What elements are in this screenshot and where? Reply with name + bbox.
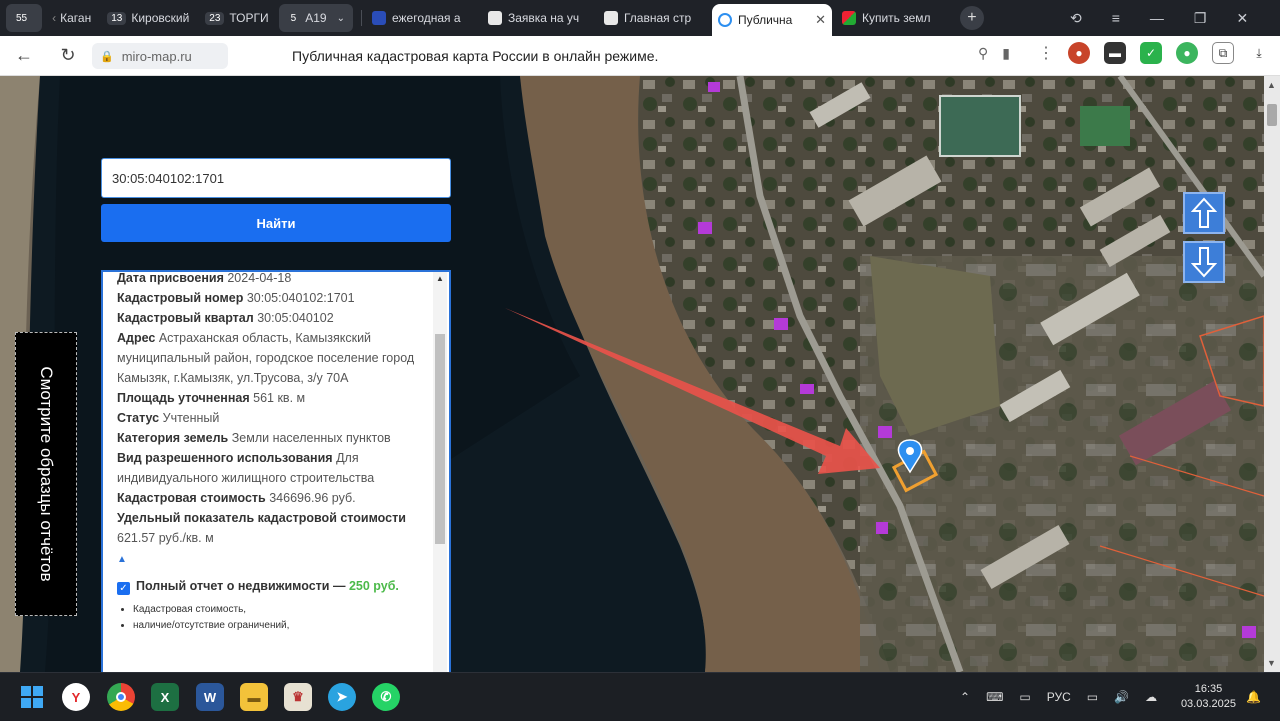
tab-group-kagan[interactable]: ‹ Каган [46, 4, 97, 32]
site-favicon-icon [371, 11, 386, 25]
info-area: Площадь уточненная 561 кв. м [117, 391, 306, 405]
report-option[interactable]: ✓ Полный отчет о недвижимости — 250 руб. [117, 576, 419, 596]
info-specific: Удельный показатель кадастровой стоимост… [117, 511, 406, 545]
tab-group-55[interactable]: 55 [6, 4, 43, 32]
chevron-left-icon: ‹ [52, 11, 57, 25]
volume-icon[interactable]: 🔊 [1114, 690, 1129, 704]
app-icon[interactable]: ♛ [284, 683, 312, 711]
back-button[interactable]: ← [8, 40, 40, 72]
site-favicon-icon [841, 11, 856, 25]
minimize-button[interactable]: — [1150, 10, 1164, 26]
checkbox-icon[interactable]: ✓ [117, 582, 130, 595]
panel-scrollbar[interactable]: ▲ [433, 272, 447, 672]
keyboard-icon[interactable]: ⌨ [986, 690, 1003, 704]
extension-icon[interactable]: ● [1068, 42, 1090, 64]
collapse-arrow-icon[interactable]: ▲ [117, 550, 419, 570]
parcel-info-panel: Дата присвоения 2024-04-18 Кадастровый н… [101, 270, 451, 672]
whatsapp-icon[interactable]: ✆ [372, 683, 400, 711]
tab-public-map[interactable]: Публична ✕ [711, 4, 832, 36]
clear-icon[interactable]: ⚲ [978, 45, 988, 62]
clock[interactable]: 16:35 03.03.2025 [1181, 682, 1236, 712]
menu-icon[interactable]: ≡ [1112, 10, 1120, 26]
lock-icon: 🔒 [100, 50, 114, 63]
info-date: Дата присвоения 2024-04-18 [117, 271, 292, 285]
scroll-up-button[interactable] [1183, 192, 1225, 234]
windows-taskbar: Y X W ▬ ♛ ➤ ✆ ⌃ ⌨ ▭ РУС ▭ 🔊 ☁ 16:35 03.0… [0, 672, 1280, 720]
tab-group-torgi[interactable]: 23 ТОРГИ [199, 4, 274, 32]
tab-annual[interactable]: ежегодная а [366, 4, 478, 32]
extension-icon[interactable]: ● [1176, 42, 1198, 64]
up-arrow-icon [1191, 197, 1217, 228]
sample-reports-button[interactable]: Смотрите образцы отчётов [15, 332, 77, 616]
scroll-up-icon[interactable]: ▲ [1267, 80, 1276, 90]
info-status: Статус Учтенный [117, 411, 220, 425]
window-controls: ⟲ ≡ — ❐ ✕ [1070, 0, 1248, 36]
tab-group-kirovsky[interactable]: 13 Кировский [101, 4, 195, 32]
network-icon[interactable]: ☁ [1145, 690, 1157, 704]
scroll-up-icon[interactable]: ▲ [436, 274, 444, 283]
page-scrollbar[interactable]: ▲ ▼ [1264, 76, 1280, 672]
bookmark-icon[interactable]: ▮ [1002, 45, 1010, 62]
info-quarter: Кадастровый квартал 30:05:040102 [117, 311, 334, 325]
more-menu-icon[interactable]: ⋮ [1038, 43, 1054, 63]
page-title: Публичная кадастровая карта России в онл… [292, 48, 659, 64]
scroll-down-button[interactable] [1183, 241, 1225, 283]
file-explorer-icon[interactable]: ▬ [240, 683, 268, 711]
chrome-icon[interactable] [107, 683, 135, 711]
telegram-icon[interactable]: ➤ [328, 683, 356, 711]
reload-button[interactable]: ↻ [52, 40, 84, 72]
address-bar: ← ↻ 🔒 miro-map.ru Публичная кадастровая к… [0, 36, 1280, 76]
tab-main-page[interactable]: Главная стр [598, 4, 708, 32]
new-tab-button[interactable]: + [959, 6, 984, 30]
url-field[interactable]: 🔒 miro-map.ru [92, 43, 228, 69]
extension-icon[interactable]: ▬ [1104, 42, 1126, 64]
tab-application[interactable]: Заявка на уч [482, 4, 594, 32]
scroll-down-icon[interactable]: ▼ [1267, 658, 1276, 668]
tab-separator [360, 10, 362, 26]
tab-buy-land[interactable]: Купить земл [836, 4, 948, 32]
down-arrow-icon [1191, 247, 1217, 278]
chevron-up-icon[interactable]: ⌃ [960, 690, 970, 704]
start-button[interactable] [18, 683, 46, 711]
toolbar-icons: ⚲ ▮ ⋮ ● ▬ ✓ ● ⧉ ⤓ [978, 42, 1270, 64]
display-icon[interactable]: ▭ [1019, 690, 1030, 704]
close-tab-icon[interactable]: ✕ [815, 12, 826, 28]
cadastral-search-input[interactable]: 30:05:040102:1701 [101, 158, 451, 198]
info-cost: Кадастровая стоимость 346696.96 руб. [117, 491, 356, 505]
chevron-down-icon: ⌄ [336, 12, 345, 24]
word-icon[interactable]: W [196, 683, 224, 711]
notifications-icon[interactable]: 🔔 [1246, 673, 1261, 721]
shield-icon[interactable]: ✓ [1140, 42, 1162, 64]
excel-icon[interactable]: X [151, 683, 179, 711]
tab-group-a19[interactable]: 5 А19 ⌄ [278, 4, 353, 32]
info-use: Вид разрешенного использования Для индив… [117, 451, 375, 485]
list-item: Кадастровая стоимость, [133, 602, 419, 618]
maximize-button[interactable]: ❐ [1194, 10, 1207, 27]
map-pin-icon [717, 13, 732, 27]
yandex-browser-icon[interactable]: Y [62, 683, 90, 711]
tab-search-icon[interactable]: ⟲ [1070, 10, 1082, 27]
document-icon [603, 11, 618, 25]
download-icon[interactable]: ⤓ [1248, 42, 1270, 64]
parcel-info-body: Дата присвоения 2024-04-18 Кадастровый н… [117, 271, 419, 634]
report-contents-list: Кадастровая стоимость, наличие/отсутстви… [133, 602, 419, 634]
info-cad-number: Кадастровый номер 30:05:040102:1701 [117, 291, 355, 305]
battery-icon[interactable]: ▭ [1087, 690, 1098, 704]
language-indicator[interactable]: РУС [1047, 690, 1071, 704]
system-tray: ⌃ ⌨ ▭ РУС ▭ 🔊 ☁ [960, 673, 1157, 721]
close-window-button[interactable]: ✕ [1236, 10, 1248, 27]
info-category: Категория земель Земли населенных пункто… [117, 431, 391, 445]
info-address: Адрес Астраханская область, Камызякский … [117, 331, 415, 385]
scrollbar-thumb[interactable] [435, 334, 445, 544]
scrollbar-thumb[interactable] [1267, 104, 1277, 126]
find-button[interactable]: Найти [101, 204, 451, 242]
document-icon [487, 11, 502, 25]
list-item: наличие/отсутствие ограничений, [133, 618, 419, 634]
extensions-icon[interactable]: ⧉ [1212, 42, 1234, 64]
